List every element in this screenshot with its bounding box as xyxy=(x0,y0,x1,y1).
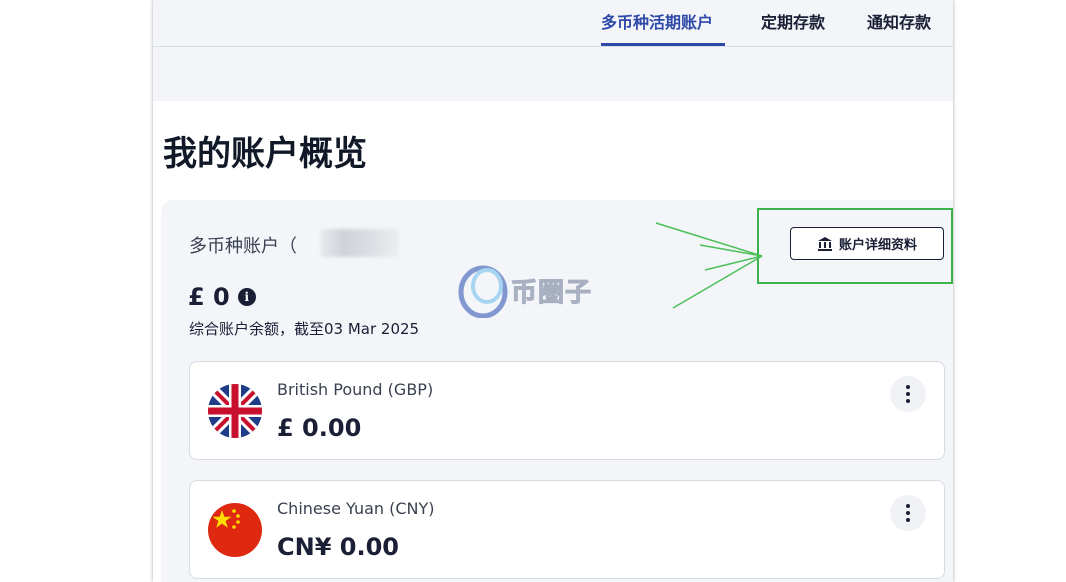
more-options-icon[interactable] xyxy=(890,376,926,412)
watermark: 币圈子 xyxy=(457,262,592,318)
watermark-text: 币圈子 xyxy=(510,277,593,308)
top-nav: 多币种活期账户 定期存款 通知存款 xyxy=(153,0,953,47)
tab-fixed-deposit[interactable]: 定期存款 xyxy=(761,9,825,33)
balance-note: 综合账户余额，截至03 Mar 2025 xyxy=(189,320,420,338)
tab-notice-deposit[interactable]: 通知存款 xyxy=(867,9,931,33)
page-title: 我的账户概览 xyxy=(163,134,367,174)
account-label: 多币种账户（ xyxy=(189,236,297,257)
active-tab-indicator xyxy=(601,43,725,46)
masked-account-number xyxy=(321,229,399,257)
uk-flag-icon xyxy=(208,384,262,438)
header-band xyxy=(153,47,953,101)
currency-name: Chinese Yuan (CNY) xyxy=(277,499,435,518)
currency-card-gbp[interactable]: British Pound (GBP) £ 0.00 xyxy=(189,361,945,460)
total-balance-value: £ 0 xyxy=(188,283,230,311)
info-icon[interactable]: i xyxy=(237,288,256,306)
annotation-highlight-box xyxy=(757,208,953,284)
total-balance: £ 0 i xyxy=(188,283,256,311)
china-flag-icon xyxy=(208,503,262,557)
currency-amount: £ 0.00 xyxy=(277,414,362,442)
currency-name: British Pound (GBP) xyxy=(277,380,434,399)
currency-amount: CN¥ 0.00 xyxy=(277,533,399,561)
currency-card-cny[interactable]: Chinese Yuan (CNY) CN¥ 0.00 xyxy=(189,480,945,579)
tab-multi-currency-current[interactable]: 多币种活期账户 xyxy=(601,9,713,33)
watermark-logo-icon xyxy=(458,265,508,318)
more-options-icon[interactable] xyxy=(890,495,926,531)
